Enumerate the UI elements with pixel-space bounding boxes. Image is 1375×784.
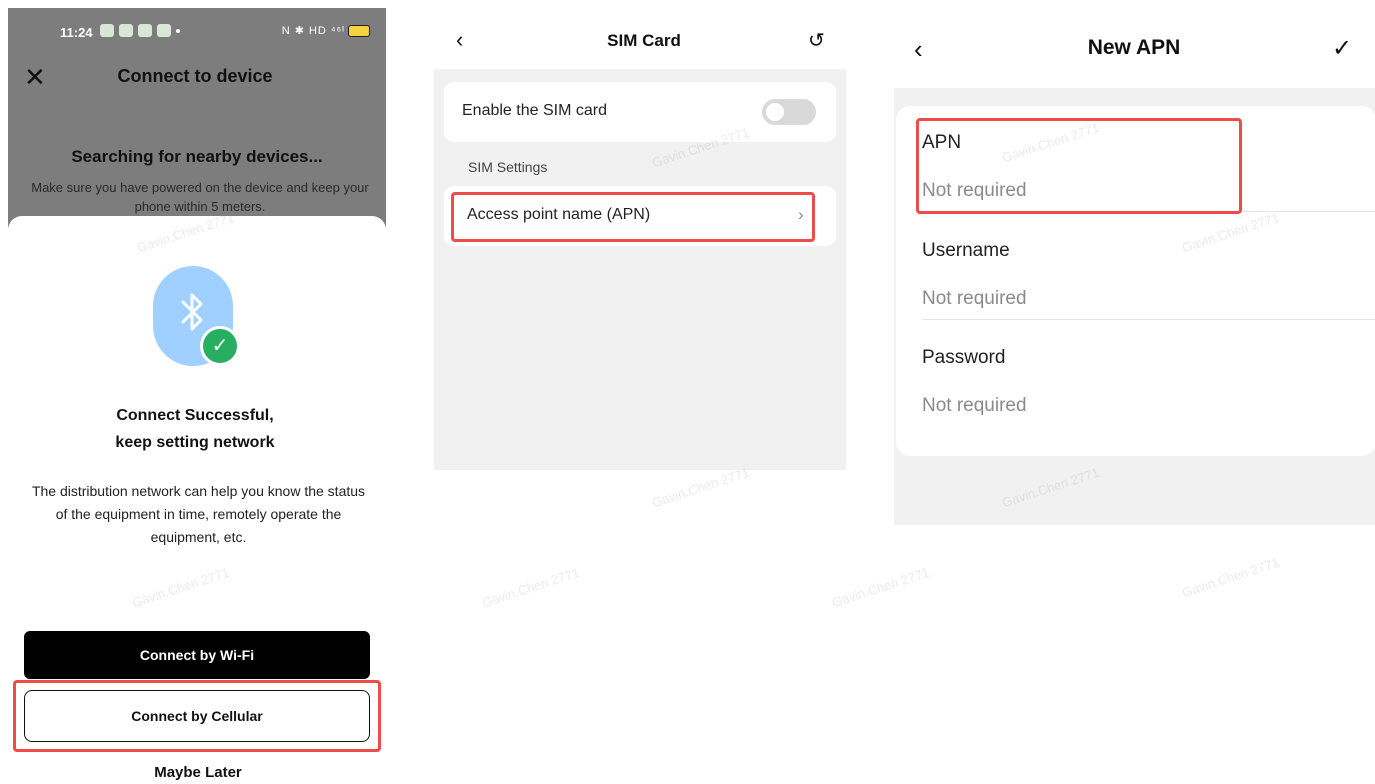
success-line-2: keep setting network xyxy=(115,434,275,451)
app-notification-icon xyxy=(138,24,152,37)
status-time: 11:24 xyxy=(60,25,93,40)
enable-sim-toggle[interactable] xyxy=(762,99,816,125)
searching-hint: Make sure you have powered on the device… xyxy=(31,180,369,214)
back-icon[interactable]: ‹ xyxy=(456,27,463,53)
watermark: Gavin.Chen 2771 xyxy=(830,564,932,611)
password-field-label: Password xyxy=(922,347,1006,368)
chevron-right-icon: › xyxy=(798,205,804,224)
page-title: Connect to device xyxy=(117,66,273,86)
app-notification-icon xyxy=(100,24,114,37)
success-line-1: Connect Successful, xyxy=(116,407,274,424)
toggle-knob xyxy=(766,103,784,121)
watermark: Gavin.Chen 2771 xyxy=(480,564,582,611)
username-field-label: Username xyxy=(922,240,1010,261)
app-notification-icon xyxy=(119,24,133,37)
notification-icons xyxy=(100,24,180,37)
enable-sim-label: Enable the SIM card xyxy=(462,102,607,119)
battery-icon xyxy=(348,25,370,38)
page-title: SIM Card xyxy=(607,31,681,50)
signal-icons: N ✱ HD ⁴⁶ᴵ xyxy=(281,25,345,37)
sim-card-screen: ‹ SIM Card ↺ Enable the SIM card SIM Set… xyxy=(434,0,846,470)
divider xyxy=(922,319,1375,320)
check-icon[interactable]: ✓ xyxy=(1332,34,1352,63)
status-bar: 11:24 N ✱ HD ⁴⁶ᴵ xyxy=(60,19,370,47)
watermark: Gavin.Chen 2771 xyxy=(1180,554,1282,601)
page-title: New APN xyxy=(1087,36,1181,59)
apn-row-label: Access point name (APN) xyxy=(467,206,651,223)
refresh-icon[interactable]: ↺ xyxy=(808,28,825,53)
connect-cellular-button[interactable]: Connect by Cellular xyxy=(24,690,370,742)
back-icon[interactable]: ‹ xyxy=(914,34,923,65)
section-title: SIM Settings xyxy=(468,159,548,175)
maybe-later-button[interactable]: Maybe Later xyxy=(80,764,316,781)
searching-text: Searching for nearby devices... xyxy=(71,147,323,166)
enable-sim-row: Enable the SIM card xyxy=(444,82,836,142)
more-notifications-dot xyxy=(176,29,180,33)
connect-wifi-button[interactable]: Connect by Wi-Fi xyxy=(24,631,370,679)
password-field[interactable]: Not required xyxy=(922,395,1027,417)
close-icon[interactable]: ✕ xyxy=(24,62,46,92)
new-apn-screen: ‹ New APN ✓ APN Not required Username No… xyxy=(894,0,1375,525)
bluetooth-icon xyxy=(181,293,203,331)
system-status-icons: N ✱ HD ⁴⁶ᴵ xyxy=(281,24,370,38)
watermark: Gavin.Chen 2771 xyxy=(650,464,752,511)
app-notification-icon xyxy=(157,24,171,37)
success-heading: Connect Successful, keep setting network xyxy=(60,402,330,456)
username-field[interactable]: Not required xyxy=(922,288,1027,310)
check-icon: ✓ xyxy=(200,326,240,366)
connect-to-device-screen: 11:24 N ✱ HD ⁴⁶ᴵ ✕ Connect to device Sea… xyxy=(0,0,395,784)
success-description: The distribution network can help you kn… xyxy=(31,483,366,545)
